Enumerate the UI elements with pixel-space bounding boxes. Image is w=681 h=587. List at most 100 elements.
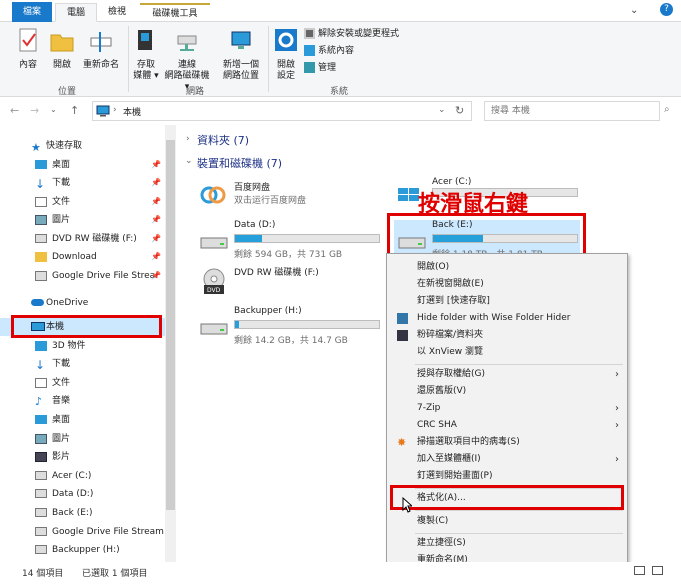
nav-pictures-pc[interactable]: 圖片	[0, 430, 165, 448]
up-arrow-icon[interactable]: ↑	[70, 104, 79, 117]
nav-music[interactable]: ♪ 音樂	[0, 392, 165, 410]
nav-drive-back[interactable]: Back (E:)	[0, 504, 165, 522]
drive-icon	[35, 545, 47, 554]
menu-item-add-library[interactable]: 加入至媒體櫃(I) ›	[387, 451, 627, 468]
pictures-icon	[35, 434, 47, 444]
menu-item-xnview[interactable]: 以 XnView 瀏覽	[387, 344, 627, 361]
chevron-down-icon[interactable]: ⌄	[185, 156, 193, 166]
menu-item-restore[interactable]: 還原舊版(V)	[387, 383, 627, 400]
section-folders[interactable]: 資料夾 (7)	[197, 132, 249, 148]
nav-downloads-pc[interactable]: ↓ 下載	[0, 355, 165, 373]
nav-downloads[interactable]: ↓ 下載 📌	[0, 174, 165, 192]
pin-icon[interactable]: 📌	[151, 211, 161, 229]
refresh-icon[interactable]: ↻	[455, 104, 464, 117]
pin-icon[interactable]: 📌	[151, 230, 161, 248]
open-settings-label: 開啟	[276, 60, 295, 70]
menu-item-scan-virus[interactable]: ✸ 掃描選取項目中的病毒(S)	[387, 434, 627, 451]
ribbon-tab-bar: 檔案 電腦 檢視 磁碟機工具 ⌄ ?	[0, 0, 681, 22]
drive-item-baidu[interactable]: 百度网盘 双击运行百度网盘	[196, 180, 382, 216]
back-arrow-icon[interactable]: ←	[10, 104, 19, 117]
properties-label: 內容	[18, 60, 37, 70]
nav-3d-objects[interactable]: 3D 物件	[0, 337, 165, 355]
pin-icon[interactable]: 📌	[151, 156, 161, 174]
dropdown-chevron-icon[interactable]: ⌄	[438, 105, 446, 115]
nav-drive-data[interactable]: Data (D:)	[0, 485, 165, 503]
breadcrumb-path[interactable]: 本機	[123, 105, 141, 118]
open-button[interactable]: 開啟	[48, 28, 76, 71]
nav-desktop-pc[interactable]: 桌面	[0, 411, 165, 429]
nav-quick-access[interactable]: ★ 快速存取	[0, 137, 165, 155]
chevron-down-icon[interactable]: ⌄	[630, 5, 638, 16]
nav-onedrive[interactable]: OneDrive	[0, 294, 165, 312]
nav-videos[interactable]: 影片	[0, 448, 165, 466]
rename-button[interactable]: 重新命名	[80, 28, 122, 71]
tab-computer[interactable]: 電腦	[55, 3, 97, 22]
group-label-network: 網路	[186, 87, 205, 97]
uninstall-button[interactable]: 解除安裝或變更程式	[304, 27, 399, 41]
menu-item-pin-start[interactable]: 釘選到開始畫面(P)	[387, 468, 627, 485]
tab-drive-tools[interactable]: 磁碟機工具	[140, 3, 210, 22]
system-properties-button[interactable]: 系統內容	[304, 44, 354, 58]
menu-item-pin-quick-access[interactable]: 釘選到 [快速存取]	[387, 293, 627, 310]
nav-dvd-drive[interactable]: DVD RW 磁碟機 (F:) 📌	[0, 230, 165, 248]
nav-scrollbar-thumb[interactable]	[166, 140, 175, 510]
ribbon: 內容 開啟 重新命名 位置 存取 媒體 ▾ 連線 網路磁碟機 ▾ 新增一個 網路…	[0, 22, 681, 97]
menu-item-open-new-window[interactable]: 在新視窗開啟(E)	[387, 276, 627, 293]
nav-download-folder[interactable]: Download 📌	[0, 248, 165, 266]
network-drive-icon	[177, 35, 197, 51]
menu-item-copy[interactable]: 複製(C)	[387, 513, 627, 530]
nav-drive-backupper[interactable]: Backupper (H:)	[0, 541, 165, 559]
forward-arrow-icon[interactable]: →	[30, 104, 39, 117]
hard-drive-icon	[200, 237, 228, 249]
drive-usage-bar	[234, 234, 380, 243]
drive-name: DVD RW 磁碟機 (F:)	[234, 268, 319, 278]
submenu-arrow-icon: ›	[615, 369, 619, 380]
recent-chevron-icon[interactable]: ⌄	[50, 105, 57, 114]
pin-icon[interactable]: 📌	[151, 174, 161, 192]
chevron-right-icon[interactable]: ›	[186, 134, 190, 144]
gear-icon	[275, 29, 297, 51]
section-drives[interactable]: 裝置和磁碟機 (7)	[197, 155, 282, 171]
menu-item-create-shortcut[interactable]: 建立捷徑(S)	[387, 535, 627, 552]
tab-file[interactable]: 檔案	[12, 2, 52, 22]
search-icon[interactable]: ⌕	[664, 104, 670, 115]
menu-item-7zip[interactable]: 7-Zip ›	[387, 400, 627, 417]
menu-item-give-access[interactable]: 授與存取權給(G) ›	[387, 366, 627, 383]
help-icon[interactable]: ?	[660, 3, 673, 16]
properties-button[interactable]: 內容	[14, 28, 42, 71]
drive-item-dvd[interactable]: DVD DVD RW 磁碟機 (F:)	[196, 265, 382, 301]
add-network-location-button[interactable]: 新增一個 網路位置	[218, 28, 264, 82]
document-icon	[35, 197, 47, 207]
nav-desktop[interactable]: 桌面 📌	[0, 156, 165, 174]
menu-item-hide-folder[interactable]: Hide folder with Wise Folder Hider	[387, 310, 627, 327]
nav-drive-acer[interactable]: Acer (C:)	[0, 467, 165, 485]
drive-item-backupper[interactable]: Backupper (H:) 剩餘 14.2 GB，共 14.7 GB	[196, 306, 382, 346]
nav-google-drive-quick[interactable]: Google Drive File Strea 📌	[0, 267, 165, 285]
menu-item-shred[interactable]: 粉碎檔案/資料夾	[387, 327, 627, 344]
drive-item-data[interactable]: Data (D:) 剩餘 594 GB，共 731 GB	[196, 220, 382, 260]
open-settings-button[interactable]: 開啟 設定	[272, 28, 300, 82]
address-bar[interactable]: › 本機 ⌄ ↻	[92, 101, 472, 121]
check-icon	[304, 45, 315, 56]
search-input[interactable]: 搜尋 本機	[484, 101, 660, 121]
rename-icon	[90, 32, 112, 52]
nav-google-drive[interactable]: Google Drive File Stream	[0, 523, 165, 541]
large-icons-view-icon[interactable]	[652, 566, 663, 575]
pin-icon[interactable]: 📌	[151, 248, 161, 266]
pin-icon[interactable]: 📌	[151, 193, 161, 211]
access-media-label-2: 媒體 ▾	[133, 71, 159, 81]
nav-documents[interactable]: 文件 📌	[0, 193, 165, 211]
manage-button[interactable]: 管理	[304, 61, 336, 75]
pin-icon[interactable]: 📌	[151, 267, 161, 285]
details-view-icon[interactable]	[634, 566, 645, 575]
nav-documents-pc[interactable]: 文件	[0, 374, 165, 392]
dvd-drive-icon	[35, 234, 47, 243]
video-icon	[35, 452, 47, 462]
menu-item-open[interactable]: 開啟(O)	[387, 259, 627, 276]
access-media-button[interactable]: 存取 媒體 ▾	[132, 28, 160, 82]
submenu-arrow-icon: ›	[615, 420, 619, 431]
menu-item-crc-sha[interactable]: CRC SHA ›	[387, 417, 627, 434]
music-note-icon: ♪	[35, 395, 43, 408]
nav-pictures[interactable]: 圖片 📌	[0, 211, 165, 229]
tab-view[interactable]: 檢視	[100, 3, 134, 22]
